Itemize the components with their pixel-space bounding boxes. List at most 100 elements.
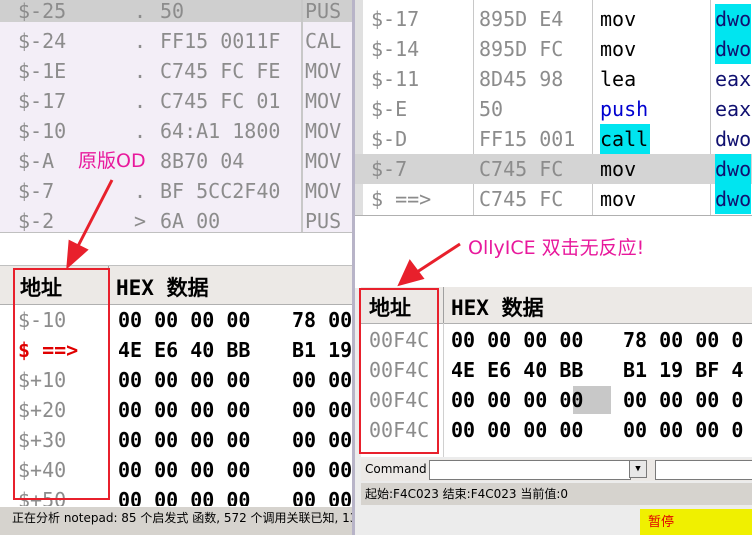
right-disasm-row[interactable]: $ ==> C745 FC mov dwo xyxy=(355,184,752,214)
left-status-text: 正在分析 notepad: 85 个启发式 函数, 572 个调用关联已知, 1… xyxy=(12,511,352,525)
right-disasm-mnemonic: push xyxy=(600,97,649,121)
left-disasm-mnemonic: MOV xyxy=(305,59,342,83)
left-dump-hex-group1: 00 00 00 00 xyxy=(118,368,251,392)
chevron-down-icon: ▼ xyxy=(635,464,641,474)
right-dump-hex-group1: 00 00 00 00 xyxy=(451,328,584,352)
left-info-pane xyxy=(0,232,352,266)
right-dump-hex-group1: 00 00 00 00 xyxy=(451,388,584,412)
command-bar: Command ▼ xyxy=(361,459,752,481)
annotation-box-left-address xyxy=(13,268,110,500)
left-disasm-bytes: C745 FC FE xyxy=(160,59,281,83)
left-dump-hex-group1: 00 00 00 00 xyxy=(118,488,251,506)
left-dump-hex-group2: B1 19 xyxy=(292,338,352,362)
left-disasm-mnemonic: PUS xyxy=(305,0,342,23)
left-disasm-marker: . xyxy=(134,0,147,23)
right-disasm-bytes: FF15 001 xyxy=(479,127,576,151)
right-disasm-bytes: 895D FC xyxy=(479,37,564,61)
left-dump-hex-group1: 00 00 00 00 xyxy=(118,308,251,332)
command-input[interactable] xyxy=(429,460,631,480)
left-disasm-row[interactable]: $-7. BF 5CC2F40 MOV xyxy=(0,176,352,206)
right-dump-hex-group1: 4E E6 40 BB xyxy=(451,358,584,382)
right-disasm-row[interactable]: $-7 C745 FC mov dwo xyxy=(355,154,752,184)
left-dump-hex-group2: 78 00 xyxy=(292,308,352,332)
left-disasm-bytes: 8B70 04 xyxy=(160,149,245,173)
right-disasm-operand: eax xyxy=(715,67,752,91)
right-disasm-mnemonic: mov xyxy=(600,187,637,211)
left-disasm-pane[interactable]: $-25. 50 PUS $-24. FF15 0011F CAL $-1E. C745 FC… xyxy=(0,0,352,232)
left-disasm-marker: . xyxy=(134,29,147,53)
left-disasm-marker: . xyxy=(134,179,147,203)
right-status-bar: 起始:F4C023 结束:F4C023 当前值:0 xyxy=(361,483,752,505)
left-dump-hex-group2: 00 00 xyxy=(292,488,352,506)
annotation-label-ollyice: OllyICE 双击无反应! xyxy=(468,237,645,259)
left-disasm-mnemonic: PUS xyxy=(305,209,342,232)
right-disasm-row[interactable]: $-11 8D45 98 lea eax xyxy=(355,64,752,94)
right-disasm-address: $-E xyxy=(371,97,408,121)
right-disasm-row[interactable]: $-D FF15 001 call dwo xyxy=(355,124,752,154)
right-disasm-mnemonic: lea xyxy=(600,67,637,91)
right-dump-hex-group1: 00 00 00 00 xyxy=(451,418,584,442)
right-disasm-bytes: 8D45 98 xyxy=(479,67,564,91)
right-dump-hex-group2: 00 00 00 0 xyxy=(623,418,744,442)
right-disasm-mnemonic: mov xyxy=(600,157,637,181)
right-disasm-row[interactable]: $-E 50 push eax xyxy=(355,94,752,124)
left-disasm-mnemonic: MOV xyxy=(305,89,342,113)
right-dump-header-hex: HEX 数据 xyxy=(451,296,544,320)
right-disasm-operand: dwo xyxy=(715,154,752,184)
left-status-bar: 正在分析 notepad: 85 个启发式 函数, 572 个调用关联已知, 1… xyxy=(0,507,352,535)
command-dropdown-button[interactable]: ▼ xyxy=(629,460,647,478)
left-disasm-bytes: C745 FC 01 xyxy=(160,89,281,113)
right-disasm-address: $-11 xyxy=(371,67,420,91)
left-dump-hex-group1: 00 00 00 00 xyxy=(118,458,251,482)
left-dump-hex-group2: 00 00 xyxy=(292,368,352,392)
right-disasm-bytes: C745 FC xyxy=(479,157,564,181)
right-disasm-bytes: C745 FC xyxy=(479,187,564,211)
left-dump-hex-group1: 4E E6 40 BB xyxy=(118,338,251,362)
right-disasm-row[interactable]: $-17 895D E4 mov dwo xyxy=(355,4,752,34)
right-dump-hex-group2: 00 00 00 0 xyxy=(623,388,744,412)
left-disasm-address: $-A xyxy=(18,149,55,173)
right-dump-hex-group2: 78 00 00 0 xyxy=(623,328,744,352)
right-disasm-bytes: 895D E4 xyxy=(479,7,564,31)
command-secondary-field[interactable] xyxy=(655,460,752,480)
right-disasm-address: $-7 xyxy=(371,157,408,181)
right-disasm-mnemonic: call xyxy=(600,124,651,154)
left-dump-hex-group2: 00 00 xyxy=(292,398,352,422)
left-disasm-bytes: BF 5CC2F40 xyxy=(160,179,281,203)
pause-status-badge: 暂停 xyxy=(640,509,752,535)
right-disasm-address: $-17 xyxy=(371,7,420,31)
left-disasm-mnemonic: MOV xyxy=(305,119,342,143)
right-debugger-window: $-17 895D E4 mov dwo $-14 895D FC mov dwo $-11 8D… xyxy=(352,0,752,535)
left-disasm-row[interactable]: $-A 8B70 04 MOV xyxy=(0,146,352,176)
left-disasm-row[interactable]: $-2 >6A 00 PUS xyxy=(0,206,352,232)
right-disasm-pane[interactable]: $-17 895D E4 mov dwo $-14 895D FC mov dwo $-11 8D… xyxy=(355,0,752,215)
left-disasm-bytes: 64:A1 1800 xyxy=(160,119,281,143)
left-disasm-row[interactable]: $-24. FF15 0011F CAL xyxy=(0,26,352,56)
annotation-label-original-od: 原版OD xyxy=(78,150,146,172)
left-disasm-address: $-2 xyxy=(18,209,55,232)
left-dump-header-hex: HEX 数据 xyxy=(116,276,209,300)
left-disasm-mnemonic: MOV xyxy=(305,179,342,203)
left-disasm-row[interactable]: $-17. C745 FC 01 MOV xyxy=(0,86,352,116)
right-disasm-mnemonic: mov xyxy=(600,7,637,31)
left-disasm-mnemonic: CAL xyxy=(305,29,342,53)
left-disasm-row[interactable]: $-1E. C745 FC FE MOV xyxy=(0,56,352,86)
right-disasm-row[interactable]: $-14 895D FC mov dwo xyxy=(355,34,752,64)
pause-status-text: 暂停 xyxy=(648,515,675,530)
right-disasm-address: $-D xyxy=(371,127,408,151)
left-dump-hex-group1: 00 00 00 00 xyxy=(118,428,251,452)
left-dump-hex-group2: 00 00 xyxy=(292,458,352,482)
left-disasm-bytes: 6A 00 xyxy=(160,209,221,232)
right-status-text: 起始:F4C023 结束:F4C023 当前值:0 xyxy=(365,487,569,501)
right-disasm-operand: dwo xyxy=(715,4,752,34)
left-disasm-address: $-10 xyxy=(18,119,67,143)
left-disasm-mnemonic: MOV xyxy=(305,149,342,173)
left-disasm-marker: > xyxy=(134,209,147,232)
left-disasm-address: $-24 xyxy=(18,29,67,53)
left-disasm-row[interactable]: $-25. 50 PUS xyxy=(0,0,352,26)
left-dump-hex-group1: 00 00 00 00 xyxy=(118,398,251,422)
right-disasm-operand: dwo xyxy=(715,127,752,151)
left-disasm-row[interactable]: $-10. 64:A1 1800 MOV xyxy=(0,116,352,146)
right-disasm-bytes: 50 xyxy=(479,97,504,121)
right-dump-hex-group2: B1 19 BF 4 xyxy=(623,358,744,382)
